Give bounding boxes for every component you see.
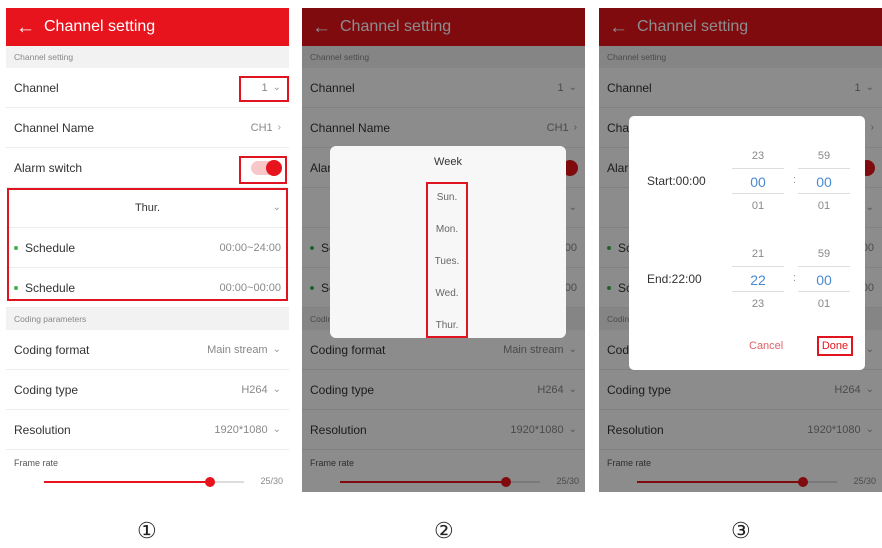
week-option[interactable]: Mon. [427, 214, 467, 246]
chevron-down-icon: ⌄ [272, 424, 281, 435]
picker-selected-value: 00 [798, 266, 850, 292]
picker-value: 23 [751, 150, 765, 162]
picker-value: 59 [817, 248, 831, 260]
resolution-label: Resolution [14, 422, 71, 437]
channel-label: Channel [14, 80, 59, 95]
alarm-switch-label: Alarm switch [14, 160, 83, 175]
picker-value: 01 [817, 298, 831, 310]
step-number-1: ① [137, 518, 157, 543]
channel-name-label: Channel Name [14, 120, 95, 135]
phone-screen-2: ← Channel setting Channel setting Channe… [302, 8, 585, 492]
phone-screen-3: ← Channel setting Channel setting Channe… [599, 8, 882, 492]
back-arrow-icon[interactable]: ← [16, 18, 35, 37]
start-time-label: Start:00:00 [647, 174, 706, 188]
frame-rate-label: Frame rate [14, 458, 59, 468]
page-title: Channel setting [44, 18, 156, 35]
slider-thumb[interactable] [205, 477, 215, 487]
coding-type-row[interactable]: Coding type H264 ⌄ [6, 370, 289, 410]
schedule-dot-icon [14, 285, 18, 290]
picker-value: 01 [751, 200, 765, 212]
schedule-row[interactable]: Schedule 00:00~00:00 [6, 268, 289, 308]
alarm-toggle[interactable] [251, 159, 282, 176]
day-selector-row[interactable]: Thur. ⌄ [6, 188, 289, 228]
section-channel-setting: Channel setting [6, 46, 289, 68]
picker-value: 59 [817, 150, 831, 162]
time-separator: : [793, 272, 797, 284]
done-button[interactable]: Done [817, 336, 853, 356]
chevron-down-icon: ⌄ [272, 384, 281, 395]
week-option[interactable]: Wed. [427, 278, 467, 310]
resolution-row[interactable]: Resolution 1920*1080 ⌄ [6, 410, 289, 450]
schedule-label: Schedule [25, 280, 76, 295]
selected-day: Thur. [134, 201, 161, 214]
picker-value: 23 [751, 298, 765, 310]
week-dialog: Week Sun. Mon. Tues. Wed. Thur. [330, 146, 566, 338]
week-option[interactable]: Sun. [427, 182, 467, 214]
time-separator: : [793, 174, 797, 186]
week-dialog-title: Week [434, 156, 462, 168]
picker-selected-value: 22 [732, 266, 784, 292]
chevron-down-icon: ⌄ [272, 344, 281, 355]
slider-track-active [44, 481, 210, 483]
coding-format-label: Coding format [14, 342, 90, 357]
toggle-knob [266, 159, 282, 176]
start-minute-picker[interactable]: 59 00 01 [798, 144, 850, 218]
resolution-value: 1920*1080 [214, 423, 268, 436]
end-hour-picker[interactable]: 21 22 23 [732, 242, 784, 316]
schedule-time: 00:00~00:00 [219, 281, 281, 294]
chevron-down-icon: ⌄ [272, 202, 281, 213]
frame-rate-value: 25/30 [260, 476, 283, 486]
app-bar: ← Channel setting [6, 8, 289, 46]
week-list: Sun. Mon. Tues. Wed. Thur. [427, 182, 467, 342]
end-minute-picker[interactable]: 59 00 01 [798, 242, 850, 316]
section-coding-parameters: Coding parameters [6, 308, 289, 330]
channel-row[interactable]: Channel 1 ⌄ [6, 68, 289, 108]
channel-value: 1 [261, 81, 268, 94]
cancel-button[interactable]: Cancel [749, 340, 783, 352]
coding-type-label: Coding type [14, 382, 79, 397]
week-option[interactable]: Tues. [427, 246, 467, 278]
start-hour-picker[interactable]: 23 00 01 [732, 144, 784, 218]
picker-selected-value: 00 [732, 168, 784, 194]
chevron-down-icon: ⌄ [272, 82, 281, 93]
phone-screen-1: ← Channel setting Channel setting Channe… [6, 8, 289, 492]
frame-rate-slider[interactable]: 25/30 [6, 472, 289, 492]
schedule-time: 00:00~24:00 [219, 241, 281, 254]
picker-value: 21 [751, 248, 765, 260]
week-option[interactable]: Thur. [427, 310, 467, 342]
channel-name-value: CH1 [250, 121, 273, 134]
coding-type-value: H264 [241, 383, 268, 396]
schedule-label: Schedule [25, 240, 76, 255]
time-range-dialog: Start:00:00 23 00 01 : 59 00 01 End:22:0… [629, 116, 865, 370]
schedule-dot-icon [14, 245, 18, 250]
end-time-label: End:22:00 [647, 272, 702, 286]
slider-track-inactive [210, 481, 244, 483]
coding-format-value: Main stream [207, 343, 268, 356]
step-number-3: ③ [731, 518, 751, 543]
schedule-row[interactable]: Schedule 00:00~24:00 [6, 228, 289, 268]
step-number-2: ② [434, 518, 454, 543]
alarm-switch-row: Alarm switch [6, 148, 289, 188]
chevron-right-icon: › [277, 122, 281, 133]
coding-format-row[interactable]: Coding format Main stream ⌄ [6, 330, 289, 370]
channel-name-row[interactable]: Channel Name CH1 › [6, 108, 289, 148]
picker-value: 01 [817, 200, 831, 212]
picker-selected-value: 00 [798, 168, 850, 194]
